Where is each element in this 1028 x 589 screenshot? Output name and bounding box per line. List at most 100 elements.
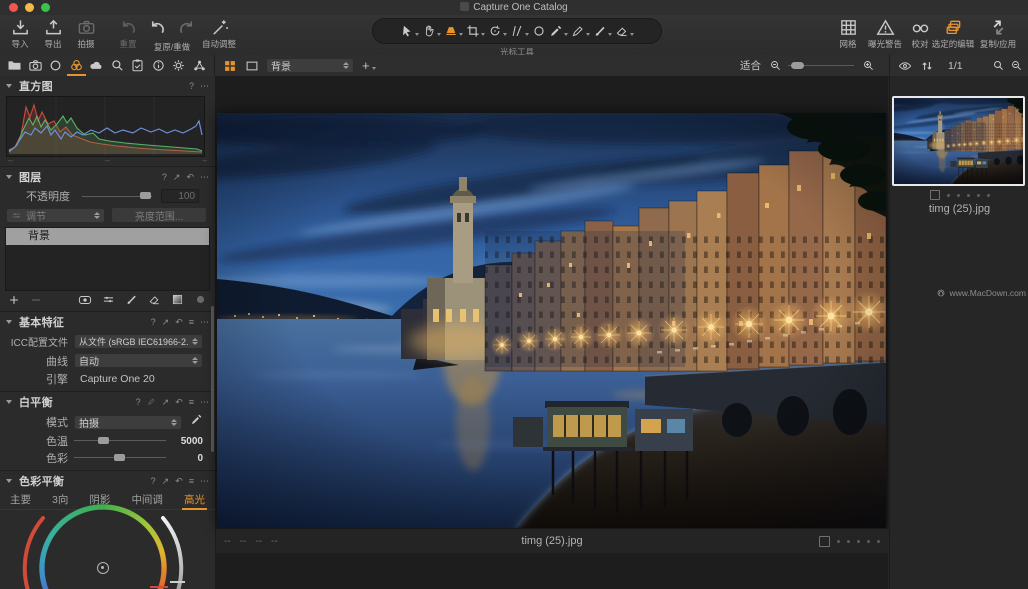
color-tag-dot[interactable] bbox=[967, 194, 970, 197]
presets-icon[interactable]: ≡ bbox=[189, 398, 194, 407]
kelvin-slider-thumb[interactable] bbox=[98, 437, 109, 444]
erase-mask-tool[interactable] bbox=[615, 24, 634, 38]
detach-icon[interactable]: ↗ bbox=[162, 477, 170, 486]
tab-details[interactable] bbox=[110, 55, 125, 76]
color-tag-dot[interactable] bbox=[977, 194, 980, 197]
tint-slider[interactable] bbox=[74, 457, 166, 458]
straighten-tool[interactable] bbox=[510, 24, 529, 38]
help-icon[interactable]: ? bbox=[136, 398, 141, 407]
zoom-slider-thumb[interactable] bbox=[791, 62, 804, 69]
mask-visibility-icon[interactable] bbox=[78, 293, 92, 312]
photo-image[interactable] bbox=[217, 113, 886, 528]
import-button[interactable]: 导入 bbox=[4, 18, 36, 49]
collapse-icon[interactable] bbox=[6, 175, 12, 179]
cb-tab-highlight[interactable]: 高光 bbox=[184, 491, 205, 509]
selected-edits-button[interactable]: 选定的编辑 bbox=[928, 18, 978, 49]
color-tag-dot[interactable] bbox=[867, 540, 870, 543]
reset-tool-icon[interactable]: ↶ bbox=[175, 477, 183, 486]
collapse-icon[interactable] bbox=[6, 84, 12, 88]
tab-adjustments[interactable] bbox=[130, 55, 145, 76]
collapse-icon[interactable] bbox=[6, 320, 12, 324]
refine-mask-icon[interactable] bbox=[102, 293, 115, 311]
browser-filter-icon[interactable] bbox=[1010, 55, 1023, 76]
color-tag-dot[interactable] bbox=[837, 540, 840, 543]
export-button[interactable]: 导出 bbox=[37, 18, 69, 49]
tab-metadata[interactable] bbox=[151, 55, 166, 76]
opacity-slider-thumb[interactable] bbox=[140, 192, 151, 199]
auto-adjust-button[interactable]: 自动调整 bbox=[198, 18, 240, 49]
browser-filter-eye-icon[interactable] bbox=[898, 55, 912, 76]
wb-picker-icon[interactable] bbox=[190, 413, 203, 431]
histogram-header[interactable]: 直方图 ? ⋯ bbox=[0, 76, 215, 96]
more-icon[interactable]: ⋯ bbox=[200, 318, 209, 327]
grid-button[interactable]: 网格 bbox=[833, 18, 863, 49]
detach-icon[interactable]: ↗ bbox=[162, 318, 170, 327]
more-icon[interactable]: ⋯ bbox=[200, 477, 209, 486]
pick-icon[interactable] bbox=[147, 397, 156, 408]
loupe-tool[interactable] bbox=[444, 24, 463, 38]
thumbnail-selected[interactable] bbox=[892, 96, 1025, 186]
layers-header[interactable]: 图层 ? ↗ ↶ ⋯ bbox=[0, 167, 215, 187]
browser-sort-icon[interactable] bbox=[920, 55, 934, 76]
tint-slider-thumb[interactable] bbox=[114, 454, 125, 461]
luma-range-button[interactable]: 亮度范围... bbox=[111, 207, 207, 223]
tab-settings[interactable] bbox=[171, 55, 186, 76]
browser-search-icon[interactable] bbox=[992, 55, 1005, 76]
color-tag-dot[interactable] bbox=[857, 540, 860, 543]
reset-tool-icon[interactable]: ↶ bbox=[175, 318, 183, 327]
single-view-icon[interactable] bbox=[245, 55, 259, 76]
help-icon[interactable]: ? bbox=[151, 477, 156, 486]
add-layer-button[interactable]: + bbox=[362, 55, 376, 76]
reset-tool-icon[interactable]: ↶ bbox=[175, 398, 183, 407]
copy-apply-button[interactable]: 复制/应用 bbox=[975, 18, 1021, 49]
color-tag-dot[interactable] bbox=[877, 540, 880, 543]
zoom-slider[interactable] bbox=[788, 55, 854, 76]
detach-icon[interactable]: ↗ bbox=[162, 398, 170, 407]
radial-mask-icon[interactable] bbox=[194, 293, 207, 311]
undo-icon[interactable] bbox=[148, 18, 167, 37]
kelvin-value[interactable]: 5000 bbox=[174, 434, 207, 448]
more-icon[interactable]: ⋯ bbox=[200, 82, 209, 91]
panel-scrollbar[interactable] bbox=[211, 306, 214, 452]
zoom-out-icon[interactable] bbox=[769, 55, 782, 76]
color-tag-dot[interactable] bbox=[847, 540, 850, 543]
tab-library[interactable] bbox=[7, 55, 22, 76]
multi-view-icon[interactable] bbox=[223, 55, 237, 76]
collapse-icon[interactable] bbox=[6, 479, 12, 483]
color-balance-wheel[interactable] bbox=[21, 486, 185, 589]
spot-removal-tool[interactable] bbox=[532, 24, 546, 38]
select-tool[interactable] bbox=[400, 24, 419, 38]
pick-checkbox[interactable] bbox=[930, 190, 940, 200]
color-tag-dot[interactable] bbox=[947, 194, 950, 197]
pan-tool[interactable] bbox=[422, 24, 441, 38]
help-icon[interactable]: ? bbox=[162, 173, 167, 182]
layer-row-background[interactable]: 背景 bbox=[6, 228, 209, 245]
more-icon[interactable]: ⋯ bbox=[200, 173, 209, 182]
tab-color[interactable] bbox=[69, 55, 84, 76]
brush-mask-icon[interactable] bbox=[125, 293, 138, 311]
presets-icon[interactable]: ≡ bbox=[189, 318, 194, 327]
layer-select[interactable]: 背景 bbox=[266, 55, 354, 76]
icc-profile-select[interactable]: 从文件 (sRGB IEC61966-2.1) bbox=[74, 334, 203, 349]
collapse-icon[interactable] bbox=[6, 400, 12, 404]
opacity-slider[interactable] bbox=[82, 196, 152, 197]
draw-mask-tool[interactable] bbox=[571, 24, 590, 38]
wheel-center-marker[interactable] bbox=[97, 562, 109, 574]
reset-tool-icon[interactable]: ↶ bbox=[186, 173, 194, 182]
white-balance-header[interactable]: 白平衡 ? ↗ ↶ ≡ ⋯ bbox=[0, 392, 215, 412]
more-icon[interactable]: ⋯ bbox=[200, 398, 209, 407]
zoom-mode-select[interactable]: 适合 bbox=[740, 55, 761, 76]
base-characteristics-header[interactable]: 基本特征 ? ↗ ↶ ≡ ⋯ bbox=[0, 312, 215, 332]
tab-process[interactable] bbox=[192, 55, 207, 76]
reset-button[interactable]: 重置 bbox=[112, 18, 144, 49]
pick-checkbox[interactable] bbox=[819, 536, 830, 547]
color-tag-dot[interactable] bbox=[957, 194, 960, 197]
curve-select[interactable]: 自动 bbox=[74, 353, 203, 368]
help-icon[interactable]: ? bbox=[189, 82, 194, 91]
detach-icon[interactable]: ↗ bbox=[173, 173, 181, 182]
crop-tool[interactable] bbox=[466, 24, 485, 38]
add-layer-icon[interactable] bbox=[8, 293, 20, 311]
wb-mode-select[interactable]: 拍摄 bbox=[74, 415, 182, 430]
zoom-in-icon[interactable] bbox=[862, 55, 875, 76]
help-icon[interactable]: ? bbox=[151, 318, 156, 327]
